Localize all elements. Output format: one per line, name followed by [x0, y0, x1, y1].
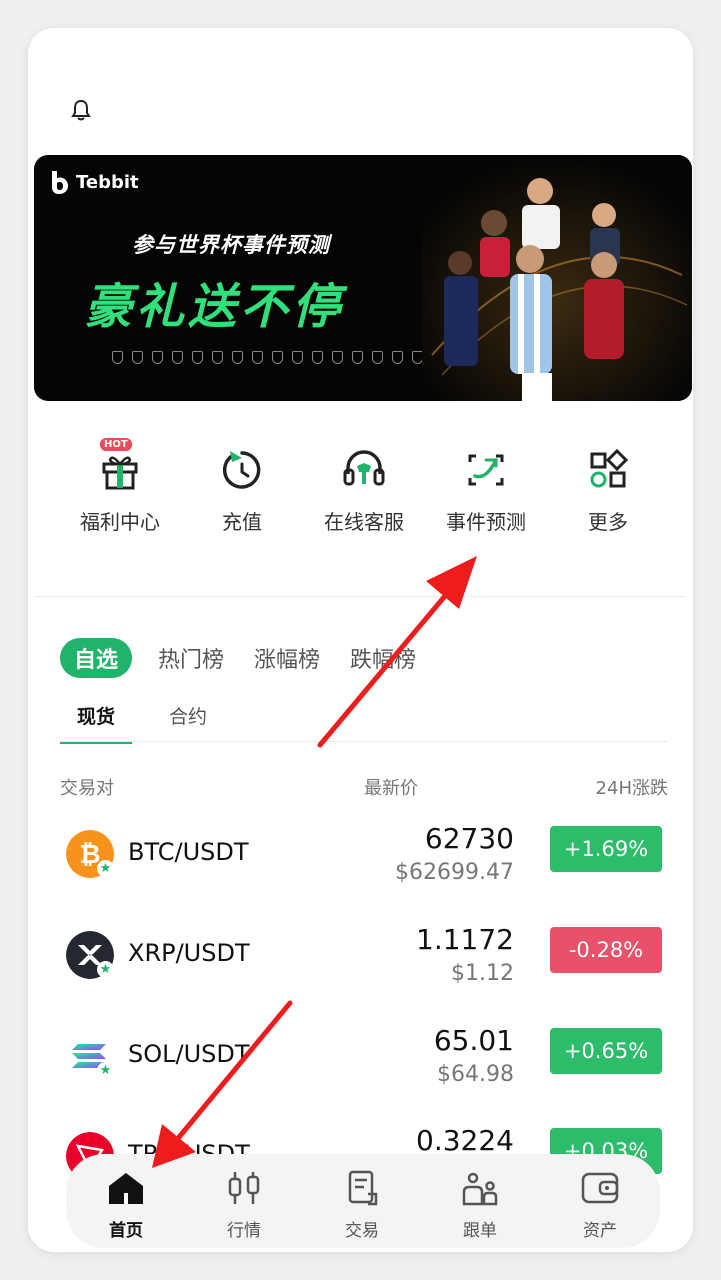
table-header: 交易对 最新价 24H涨跌	[60, 774, 668, 799]
pair-name: SOL/USDT	[128, 1040, 250, 1068]
quick-customer-service[interactable]: 在线客服	[309, 446, 419, 535]
nav-label: 首页	[109, 1221, 143, 1241]
recharge-icon	[222, 451, 261, 489]
nav-label: 行情	[227, 1221, 261, 1241]
brand-name: Tebbit	[76, 171, 139, 193]
subtab-futures[interactable]: 合约	[152, 702, 224, 744]
nav-copy-trade[interactable]: 跟单	[440, 1168, 520, 1241]
nav-trade[interactable]: 交易	[322, 1168, 402, 1241]
sub-tabs: 现货 合约	[60, 702, 244, 744]
quick-recharge[interactable]: 充值	[187, 446, 297, 535]
usd-price: $1.12	[451, 961, 514, 986]
promo-banner[interactable]: Tebbit 参与世界杯事件预测 豪礼送不停	[34, 155, 692, 401]
home-icon	[109, 1173, 143, 1204]
last-price: 1.1172	[416, 923, 514, 956]
banner-subtitle: 参与世界杯事件预测	[132, 233, 330, 257]
quick-label: 充值	[222, 510, 262, 534]
players-illustration	[422, 155, 692, 401]
nav-home[interactable]: 首页	[86, 1168, 166, 1241]
banner-headline: 豪礼送不停	[84, 279, 345, 335]
usd-price: $64.98	[437, 1062, 514, 1087]
header-change: 24H涨跌	[595, 778, 668, 799]
tab-favorites[interactable]: 自选	[60, 638, 133, 678]
favorite-star-icon[interactable]: ★	[97, 961, 114, 978]
subtab-divider	[60, 741, 668, 742]
quick-label: 更多	[588, 510, 628, 534]
nav-assets[interactable]: 资产	[560, 1168, 640, 1241]
top-bar	[28, 28, 693, 148]
tab-hot[interactable]: 热门榜	[158, 642, 224, 674]
section-divider	[34, 596, 686, 597]
change-badge[interactable]: +1.69%	[550, 826, 662, 872]
grid-more-icon	[590, 448, 629, 488]
pair-name: XRP/USDT	[128, 939, 250, 967]
subtab-spot[interactable]: 现货	[60, 702, 132, 744]
header-pair: 交易对	[60, 778, 114, 799]
table-row[interactable]: ★ SOL/USDT 65.01 $64.98 +0.65%	[60, 1024, 668, 1114]
last-price: 0.3224	[416, 1124, 514, 1157]
quick-label: 福利中心	[80, 510, 160, 534]
quick-label: 事件预测	[446, 510, 526, 534]
last-price: 62730	[424, 822, 514, 855]
candlestick-icon	[228, 1172, 260, 1204]
trade-icon	[348, 1170, 378, 1206]
quick-more[interactable]: 更多	[553, 446, 663, 535]
tab-gainers[interactable]: 涨幅榜	[254, 642, 320, 674]
brand-logo: Tebbit	[48, 169, 139, 195]
nav-label: 交易	[345, 1221, 379, 1241]
bell-icon[interactable]	[70, 98, 92, 122]
quick-actions: HOT 福利中心 充值 在线客服 事件预测 更多	[28, 438, 693, 576]
market-tabs: 自选 热门榜 涨幅榜 跌幅榜	[60, 638, 446, 678]
table-row[interactable]: ₿ ★ BTC/USDT 62730 $62699.47 +1.69%	[60, 822, 668, 912]
pair-name: BTC/USDT	[128, 838, 249, 866]
nav-label: 资产	[583, 1221, 617, 1241]
phone-screen: Tebbit 参与世界杯事件预测 豪礼送不停 HOT 福利中心 充值 在线客服 …	[28, 28, 693, 1252]
headset-icon	[343, 450, 385, 486]
quick-welfare-center[interactable]: HOT 福利中心	[65, 438, 175, 535]
wallet-icon	[581, 1172, 619, 1204]
header-price: 最新价	[364, 778, 418, 799]
change-badge[interactable]: -0.28%	[550, 927, 662, 973]
team-crests	[112, 351, 443, 364]
tab-losers[interactable]: 跌幅榜	[350, 642, 416, 674]
copy-trade-icon	[462, 1172, 498, 1206]
prediction-icon	[468, 454, 504, 486]
last-price: 65.01	[433, 1024, 514, 1057]
quick-label: 在线客服	[324, 510, 404, 534]
change-badge[interactable]: +0.65%	[550, 1028, 662, 1074]
bottom-navigation: 首页 行情 交易 跟单 资产	[66, 1154, 660, 1248]
usd-price: $62699.47	[395, 860, 514, 885]
table-row[interactable]: ★ XRP/USDT 1.1172 $1.12 -0.28%	[60, 923, 668, 1013]
hot-badge: HOT	[100, 438, 132, 451]
tebbit-logo-icon	[52, 171, 68, 194]
favorite-star-icon[interactable]: ★	[97, 1062, 114, 1079]
nav-market[interactable]: 行情	[204, 1168, 284, 1241]
gift-icon	[102, 456, 138, 490]
quick-event-prediction[interactable]: 事件预测	[431, 446, 541, 535]
nav-label: 跟单	[463, 1221, 497, 1241]
favorite-star-icon[interactable]: ★	[97, 860, 114, 877]
